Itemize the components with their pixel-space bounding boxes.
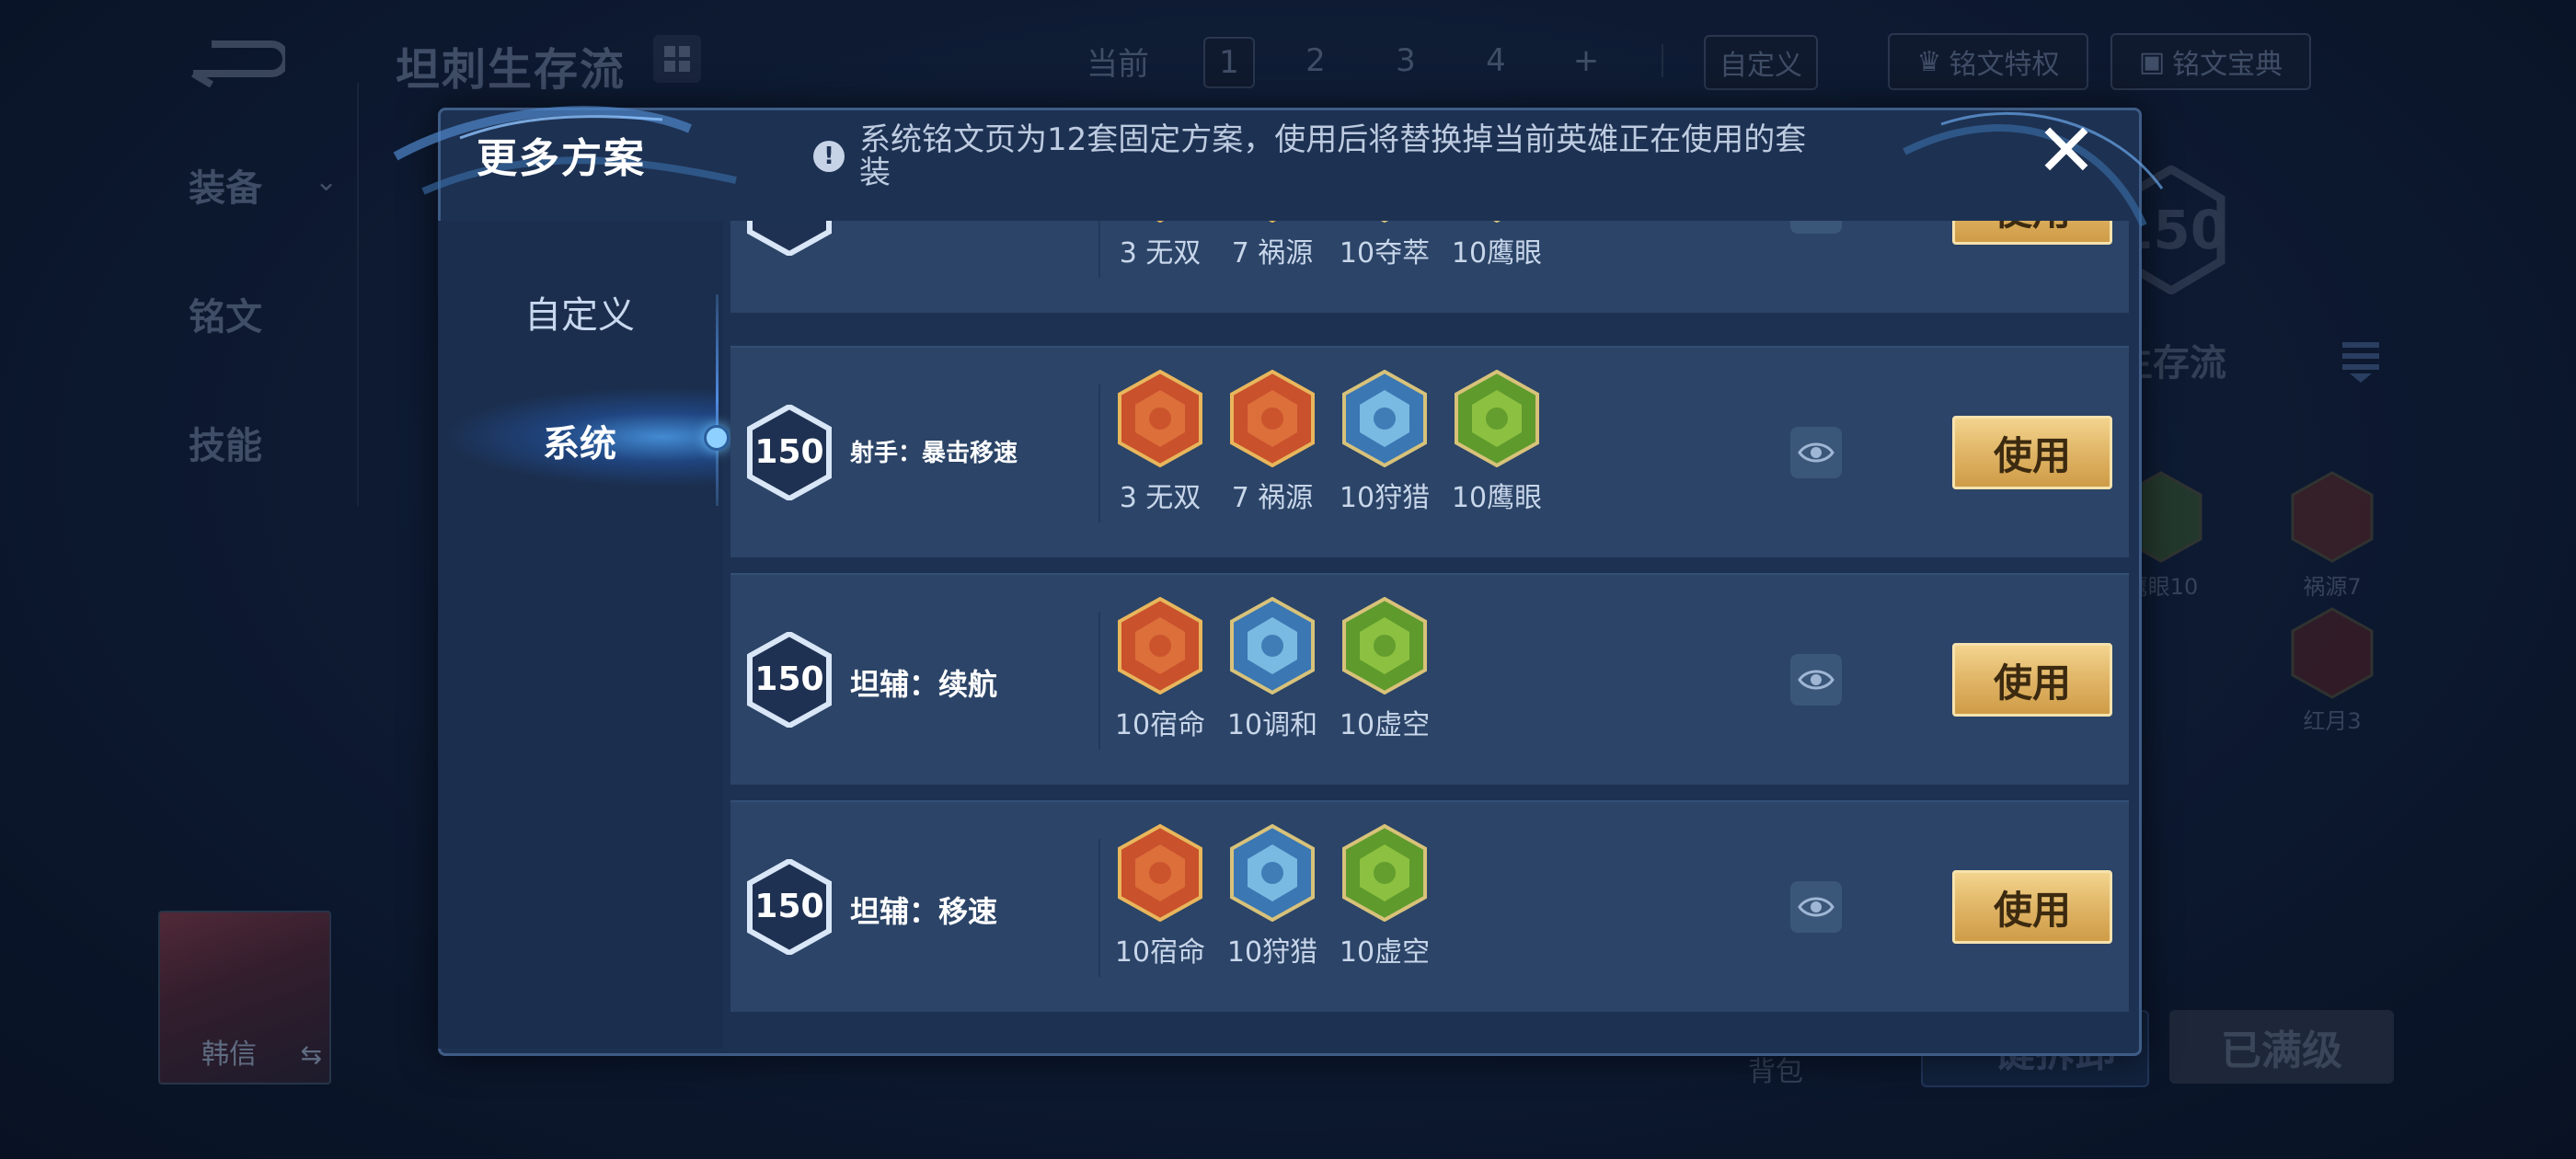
crown-icon: ♛ — [1916, 45, 1942, 78]
swap-icon[interactable]: ⇆ — [301, 1039, 322, 1070]
rune-label: 10夺萃 — [1339, 237, 1431, 270]
eye-icon[interactable] — [1790, 654, 1842, 706]
tab-equipment[interactable]: 装备 — [189, 158, 262, 212]
rune-label: 3 无双 — [1119, 482, 1202, 514]
level-number: 150 — [754, 660, 824, 698]
rune-label: 10调和 — [1226, 709, 1318, 741]
page-tab-1[interactable]: 1 — [1203, 37, 1255, 88]
rune-icon[interactable] — [1454, 369, 1540, 468]
hero-avatar[interactable]: 韩信 ⇆ — [158, 911, 331, 1084]
scheme-card: 150 坦辅：续航 10宿命 10调和 10虚空 使用 — [730, 573, 2129, 785]
grid-icon[interactable] — [653, 35, 701, 83]
rune-label: 10狩猎 — [1226, 936, 1318, 969]
rune-label-bg: 祸源7 — [2303, 574, 2362, 600]
rune-icon[interactable] — [1117, 221, 1203, 224]
codex-icon: ▣ — [2138, 45, 2166, 78]
rune-icon[interactable] — [1341, 823, 1428, 923]
rune-icon[interactable] — [1229, 596, 1316, 695]
eye-icon[interactable] — [1790, 221, 1842, 234]
privilege-button[interactable]: ♛ 铭文特权 — [1888, 33, 2088, 90]
close-button[interactable]: ✕ — [2035, 114, 2098, 188]
eye-icon[interactable] — [1790, 427, 1842, 478]
rune-icon[interactable] — [1229, 369, 1316, 468]
rune-label: 10鹰眼 — [1451, 237, 1543, 270]
scheme-title: 坦刺生存流 — [396, 44, 627, 96]
rune-icon[interactable] — [1229, 823, 1316, 923]
rune-icon[interactable] — [1341, 369, 1428, 468]
tab-rune[interactable]: 铭文 — [189, 287, 262, 340]
scheme-name: 射手：暴击吸血 — [850, 221, 1018, 224]
codex-button[interactable]: ▣ 铭文宝典 — [2110, 33, 2311, 90]
page-tab-2[interactable]: 2 — [1292, 33, 1340, 88]
rune-icon[interactable] — [1454, 221, 1540, 224]
page-tab-3[interactable]: 3 — [1382, 33, 1430, 88]
scheme-name: 射手：暴击移速 — [850, 440, 1018, 467]
left-rail — [357, 83, 359, 506]
scheme-name: 坦辅：移速 — [850, 894, 998, 929]
tab-skill[interactable]: 技能 — [189, 416, 262, 469]
modal-sidebar — [438, 221, 723, 1049]
modal-title: 更多方案 — [477, 135, 646, 182]
use-button[interactable]: 使用 — [1952, 870, 2112, 944]
rune-icon[interactable] — [1117, 596, 1203, 695]
level-badge: 150 — [747, 405, 832, 500]
level-badge: 150 — [747, 859, 832, 955]
custom-button[interactable]: 自定义 — [1704, 35, 1818, 90]
level-badge: 150 — [747, 632, 832, 728]
level-number: 150 — [747, 221, 832, 256]
rune-icon-bg-red — [2291, 471, 2374, 563]
page-tab-4[interactable]: 4 — [1472, 33, 1520, 88]
rune-label: 3 无双 — [1119, 237, 1202, 270]
codex-label: 铭文宝典 — [2172, 49, 2283, 81]
rune-icon[interactable] — [1117, 823, 1203, 923]
use-button[interactable]: 使用 — [1952, 416, 2112, 489]
rune-label: 10狩猎 — [1339, 482, 1431, 514]
scheme-name: 坦辅：续航 — [850, 667, 998, 702]
rune-label: 10宿命 — [1114, 936, 1206, 969]
rune-label: 7 祸源 — [1231, 237, 1314, 270]
rune-label: 10虚空 — [1339, 936, 1431, 969]
rune-icon[interactable] — [1341, 596, 1428, 695]
notice-text: 系统铭文页为12套固定方案，使用后将替换掉当前英雄正在使用的套装 — [859, 121, 1807, 191]
add-page-button[interactable]: + — [1562, 33, 1610, 88]
privilege-label: 铭文特权 — [1949, 49, 2060, 81]
scheme-card: 150 射手：暴击移速 3 无双 7 祸源 10狩猎 10鹰眼 使用 — [730, 346, 2129, 557]
level-number: 150 — [754, 433, 824, 471]
maxed-button: 已满级 — [2169, 1010, 2394, 1084]
rune-label: 10宿命 — [1114, 709, 1206, 741]
rune-label: 10虚空 — [1339, 709, 1431, 741]
tab-system[interactable]: 系统 — [438, 414, 721, 467]
info-icon: ! — [813, 141, 845, 172]
rune-label: 7 祸源 — [1231, 482, 1314, 514]
menu-icon[interactable] — [2342, 339, 2379, 384]
scheme-card: 150 坦辅：移速 10宿命 10狩猎 10虚空 使用 — [730, 800, 2129, 1012]
rune-icon[interactable] — [1341, 221, 1428, 224]
hero-name: 韩信 — [201, 1039, 257, 1071]
level-number: 150 — [754, 888, 824, 925]
nav-divider — [1662, 44, 1663, 77]
rune-icon[interactable] — [1229, 221, 1316, 224]
chevron-down-icon: ⌄ — [315, 166, 339, 198]
scheme-card: 150 射手：暴击吸血 3 无双 7 祸源 10夺萃 — [730, 221, 2129, 313]
scheme-list[interactable]: 150 射手：暴击吸血 3 无双 7 祸源 10夺萃 — [730, 221, 2129, 1030]
rune-icon-bg-red — [2291, 607, 2374, 699]
eye-icon[interactable] — [1790, 881, 1842, 933]
rune-label: 10鹰眼 — [1451, 482, 1543, 514]
rune-label-bg: 红月3 — [2303, 708, 2362, 734]
use-button[interactable]: 使用 — [1952, 221, 2112, 245]
tab-custom[interactable]: 自定义 — [438, 285, 721, 339]
use-button[interactable]: 使用 — [1952, 643, 2112, 717]
level-badge: 150 — [747, 221, 832, 256]
current-label: 当前 — [1087, 45, 1149, 83]
rune-icon[interactable] — [1117, 369, 1203, 468]
back-arrow-icon[interactable] — [184, 35, 290, 90]
